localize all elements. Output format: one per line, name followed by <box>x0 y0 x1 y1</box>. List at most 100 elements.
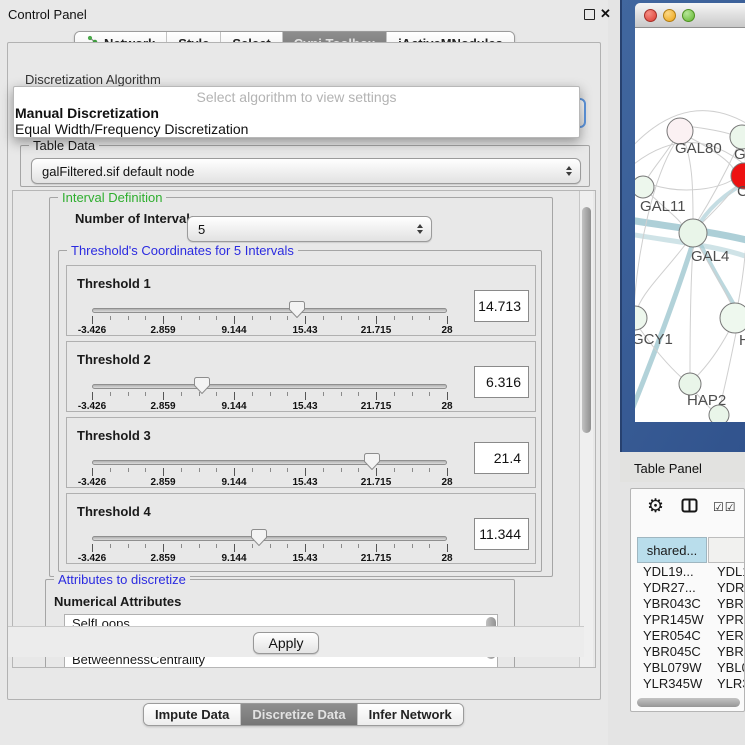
threshold-slider[interactable]: -3.4262.8599.14415.4321.71528 <box>92 266 447 337</box>
tick-label: 28 <box>441 553 452 564</box>
slider-tick <box>252 392 253 396</box>
table-row[interactable]: YPR145WYPR1 <box>637 611 745 627</box>
tab-infer-network[interactable]: Infer Network <box>358 704 463 725</box>
number-of-intervals-combo[interactable]: 5 <box>187 216 432 242</box>
threshold-slider[interactable]: -3.4262.8599.14415.4321.71528 <box>92 418 447 489</box>
interval-group-title: Interval Definition <box>58 190 166 205</box>
node-label: GAL4 <box>691 248 729 265</box>
popup-option-equal-width[interactable]: Equal Width/Frequency Discretization <box>14 121 579 137</box>
threshold-value-field[interactable] <box>474 366 529 398</box>
tab-impute-data[interactable]: Impute Data <box>144 704 241 725</box>
network-window-titlebar[interactable] <box>635 3 745 28</box>
threshold-value-field[interactable] <box>474 442 529 474</box>
slider-tick <box>216 468 217 472</box>
threshold-slider[interactable]: -3.4262.8599.14415.4321.71528 <box>92 342 447 413</box>
tab-discretize-data[interactable]: Discretize Data <box>241 704 357 725</box>
table-panel-card: ⚙ ☑☑ shared... n YDL19...YDL1YDR27...YDR… <box>630 488 745 712</box>
float-window-icon[interactable] <box>584 9 595 20</box>
scrollbar-thumb[interactable] <box>637 698 740 707</box>
tab-label: Infer Network <box>369 707 452 722</box>
table-panel-header: Table Panel <box>620 452 745 482</box>
threshold-slider[interactable]: -3.4262.8599.14415.4321.71528 <box>92 494 447 565</box>
threshold-row: Threshold 3-3.4262.8599.14415.4321.71528 <box>66 417 536 488</box>
column-checkboxes-icon[interactable]: ☑☑ <box>713 500 737 514</box>
table-row[interactable]: YLR345WYLR3 <box>637 675 745 691</box>
threshold-value-field[interactable] <box>474 290 529 322</box>
close-icon[interactable]: ✕ <box>600 6 611 22</box>
table-cell: YDR27... <box>637 580 708 595</box>
apply-row: Apply <box>8 626 584 657</box>
apply-button[interactable]: Apply <box>253 632 319 654</box>
slider-tick <box>412 316 413 320</box>
scrollbar-thumb[interactable] <box>582 207 591 433</box>
slider-tick <box>145 544 146 548</box>
slider-thumb[interactable] <box>251 529 267 546</box>
slider-thumb[interactable] <box>289 301 305 318</box>
slider-tick <box>341 392 342 396</box>
slider-tick <box>323 316 324 320</box>
slider-thumb[interactable] <box>364 453 380 470</box>
slider-tick <box>394 392 395 396</box>
slider-tick <box>110 392 111 396</box>
slider-tick <box>128 392 129 396</box>
tick-label: 21.715 <box>361 553 392 564</box>
table-data-combo[interactable]: galFiltered.sif default node <box>31 158 581 184</box>
table-cell: YBR045C <box>637 644 708 659</box>
tab-label: Discretize Data <box>252 707 345 722</box>
slider-tick <box>145 392 146 396</box>
table-row[interactable]: YBR045CYBR0 <box>637 643 745 659</box>
tick-label: 9.144 <box>221 325 246 336</box>
tick-label: 15.43 <box>292 325 317 336</box>
column-header-shared-name[interactable]: shared... <box>637 537 707 563</box>
slider-thumb[interactable] <box>194 377 210 394</box>
table-row[interactable]: YBL079WYBL0 <box>637 659 745 675</box>
slider-track[interactable] <box>92 308 447 313</box>
slider-tick <box>234 468 235 476</box>
slider-tick <box>358 316 359 320</box>
table-row[interactable]: YDL19...YDL1 <box>637 563 745 579</box>
minimize-traffic-icon[interactable] <box>663 9 676 22</box>
network-canvas[interactable]: GAL80GACGAL11GAL4GCY1HAHAP2 <box>635 28 745 422</box>
slider-tick <box>358 544 359 548</box>
tick-label: 9.144 <box>221 401 246 412</box>
threshold-value-field[interactable] <box>474 518 529 550</box>
slider-track[interactable] <box>92 384 447 389</box>
network-node[interactable] <box>709 405 729 422</box>
slider-tick <box>412 392 413 396</box>
table-rows[interactable]: YDL19...YDL1YDR27...YDR2YBR043CYBR0YPR14… <box>637 563 745 695</box>
table-row[interactable]: YDR27...YDR2 <box>637 579 745 595</box>
table-cell: YPR1 <box>708 612 745 627</box>
popup-option-manual[interactable]: Manual Discretization <box>14 105 579 121</box>
gear-icon[interactable]: ⚙ <box>647 495 664 518</box>
slider-tick <box>92 468 93 476</box>
network-node-gcy1[interactable] <box>635 306 647 330</box>
threshold-row: Threshold 2-3.4262.8599.14415.4321.71528 <box>66 341 536 412</box>
zoom-traffic-icon[interactable] <box>682 9 695 22</box>
table-row[interactable]: YIL052CYIL0 <box>637 691 745 695</box>
horizontal-scrollbar[interactable] <box>635 697 743 708</box>
network-node-ha[interactable] <box>720 303 745 333</box>
slider-tick <box>412 468 413 472</box>
slider-tick <box>199 316 200 320</box>
slider-tick <box>270 544 271 548</box>
slider-tick <box>252 316 253 320</box>
slider-tick <box>287 392 288 396</box>
split-columns-icon[interactable] <box>681 498 698 513</box>
table-row[interactable]: YBR043CYBR0 <box>637 595 745 611</box>
close-traffic-icon[interactable] <box>644 9 657 22</box>
network-node-gal4[interactable] <box>679 219 707 247</box>
slider-track[interactable] <box>92 460 447 465</box>
table-cell: YDR2 <box>708 580 745 595</box>
slider-track[interactable] <box>92 536 447 541</box>
slider-tick <box>163 468 164 476</box>
vertical-scrollbar[interactable] <box>579 191 593 668</box>
slider-tick <box>216 316 217 320</box>
slider-tick <box>447 468 448 476</box>
slider-tick <box>341 544 342 548</box>
tick-label: 15.43 <box>292 477 317 488</box>
network-node-gal11[interactable] <box>635 176 654 198</box>
slider-tick <box>341 316 342 320</box>
column-header-name[interactable]: n <box>708 537 745 563</box>
table-cell: YER0 <box>708 628 745 643</box>
table-row[interactable]: YER054CYER0 <box>637 627 745 643</box>
